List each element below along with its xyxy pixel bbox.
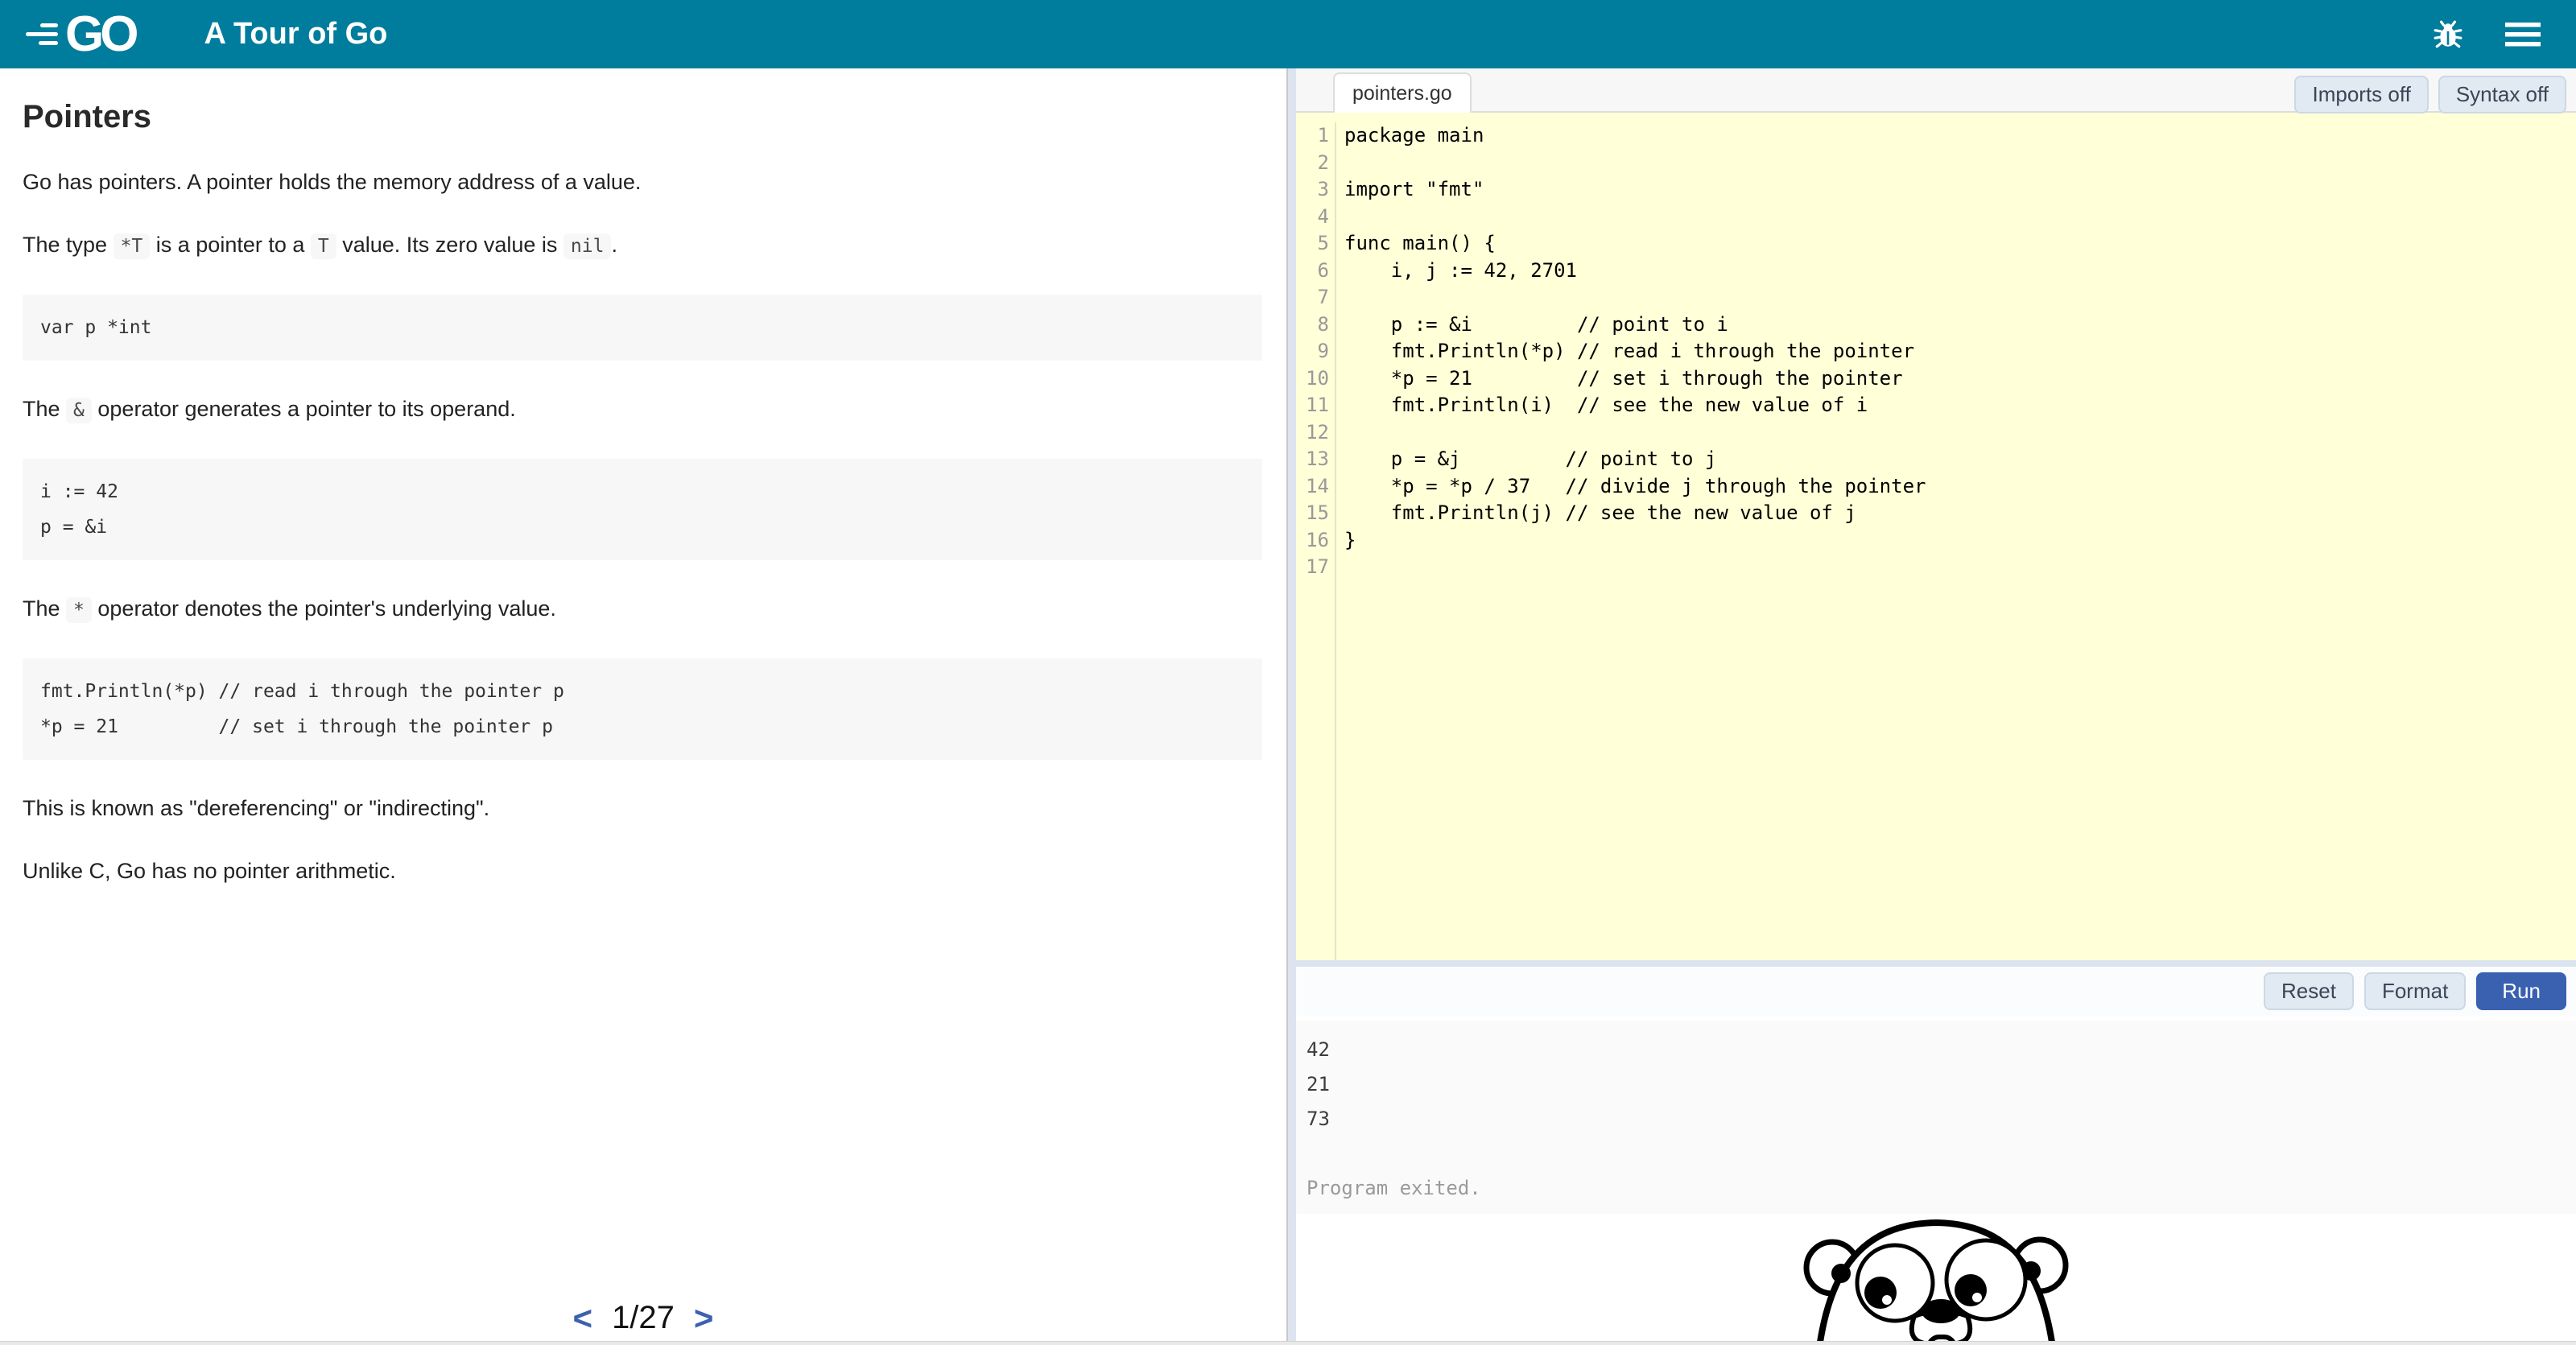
gopher-image (1803, 1216, 2069, 1341)
main-area: Pointers Go has pointers. A pointer hold… (0, 68, 2576, 1341)
lesson-paragraph: Go has pointers. A pointer holds the mem… (23, 166, 1262, 198)
code-line: } (1344, 527, 2576, 555)
line-number: 7 (1296, 284, 1329, 311)
menu-icon[interactable] (2505, 21, 2541, 48)
code-line (1344, 150, 2576, 177)
logo-speed-lines-icon (26, 23, 58, 45)
line-number: 5 (1296, 230, 1329, 258)
gopher-area (1296, 1214, 2576, 1341)
inline-code: & (66, 398, 92, 423)
inline-code: * (66, 597, 92, 623)
lesson-code-block: var p *int (23, 295, 1262, 361)
logo-text: GO (65, 10, 134, 60)
lesson-code-block: i := 42 p = &i (23, 459, 1262, 560)
run-button[interactable]: Run (2476, 972, 2566, 1010)
format-button[interactable]: Format (2364, 972, 2466, 1010)
output-status: Program exited. (1307, 1171, 2576, 1206)
line-number: 8 (1296, 311, 1329, 339)
line-number: 3 (1296, 176, 1329, 204)
lesson-panel: Pointers Go has pointers. A pointer hold… (0, 68, 1286, 1341)
code-line (1344, 284, 2576, 311)
app-header: GO A Tour of Go (0, 0, 2576, 68)
editor-toggles: Imports off Syntax off (2294, 76, 2566, 113)
code-line: p = &j // point to j (1344, 446, 2576, 473)
line-number: 2 (1296, 150, 1329, 177)
lesson-paragraph: Unlike C, Go has no pointer arithmetic. (23, 855, 1262, 887)
line-number: 13 (1296, 446, 1329, 473)
line-number: 16 (1296, 527, 1329, 555)
lesson-paragraph: The * operator denotes the pointer's und… (23, 592, 1262, 626)
code-line: p := &i // point to i (1344, 311, 2576, 339)
code-line: fmt.Println(*p) // read i through the po… (1344, 338, 2576, 365)
header-icons (2433, 19, 2541, 50)
code-line: func main() { (1344, 230, 2576, 258)
line-number: 14 (1296, 473, 1329, 501)
syntax-toggle-button[interactable]: Syntax off (2438, 76, 2566, 113)
output-lines: 422173 (1307, 1033, 2576, 1137)
output-line: 42 (1307, 1033, 2576, 1067)
prev-page-button[interactable]: < (573, 1302, 593, 1335)
editor-code-area[interactable]: package main import "fmt" func main() { … (1336, 122, 2576, 960)
editor: 1234567891011121314151617 package main i… (1296, 113, 2576, 960)
line-number: 11 (1296, 392, 1329, 419)
actions-bar: Reset Format Run (1296, 967, 2576, 1016)
page-bottom-divider (0, 1341, 2576, 1345)
imports-toggle-button[interactable]: Imports off (2294, 76, 2428, 113)
inline-code: T (311, 233, 336, 259)
app-title: A Tour of Go (204, 17, 387, 52)
line-number: 4 (1296, 204, 1329, 231)
lesson-paragraph: The & operator generates a pointer to it… (23, 393, 1262, 427)
code-line: i, j := 42, 2701 (1344, 258, 2576, 285)
output-line: 21 (1307, 1067, 2576, 1102)
code-line: fmt.Println(j) // see the new value of j (1344, 500, 2576, 527)
line-number: 17 (1296, 554, 1329, 581)
line-number: 9 (1296, 338, 1329, 365)
code-line (1344, 419, 2576, 447)
line-number: 12 (1296, 419, 1329, 447)
panel-splitter[interactable] (1288, 68, 1296, 1341)
code-line (1344, 204, 2576, 231)
code-line: *p = *p / 37 // divide j through the poi… (1344, 473, 2576, 501)
line-number: 1 (1296, 122, 1329, 150)
go-logo[interactable]: GO (26, 10, 134, 60)
lesson-code-block: fmt.Println(*p) // read i through the po… (23, 658, 1262, 760)
editor-tab[interactable]: pointers.go (1333, 72, 1472, 113)
output-panel: 422173 Program exited. (1296, 1021, 2576, 1214)
line-number: 6 (1296, 258, 1329, 285)
code-line: *p = 21 // set i through the pointer (1344, 365, 2576, 393)
pagination: < 1/27 > (0, 1300, 1286, 1336)
code-line: package main (1344, 122, 2576, 150)
code-panel-column: pointers.go Imports off Syntax off 12345… (1296, 68, 2576, 1341)
code-panel: pointers.go Imports off Syntax off 12345… (1286, 68, 2576, 1341)
lesson-content: Go has pointers. A pointer holds the mem… (23, 166, 1262, 887)
code-line: fmt.Println(i) // see the new value of i (1344, 392, 2576, 419)
lesson-paragraph: The type *T is a pointer to a T value. I… (23, 229, 1262, 262)
line-number-gutter: 1234567891011121314151617 (1296, 122, 1336, 960)
next-page-button[interactable]: > (694, 1302, 714, 1335)
code-line (1344, 554, 2576, 581)
code-line: import "fmt" (1344, 176, 2576, 204)
line-number: 10 (1296, 365, 1329, 393)
editor-separator (1296, 960, 2576, 967)
inline-code: nil (564, 233, 612, 259)
bug-icon[interactable] (2433, 19, 2463, 50)
reset-button[interactable]: Reset (2264, 972, 2354, 1010)
output-line: 73 (1307, 1102, 2576, 1137)
lesson-title: Pointers (23, 99, 1262, 135)
line-number: 15 (1296, 500, 1329, 527)
inline-code: *T (114, 233, 151, 259)
lesson-paragraph: This is known as "dereferencing" or "ind… (23, 792, 1262, 824)
tab-bar: pointers.go Imports off Syntax off (1296, 68, 2576, 113)
page-indicator: 1/27 (612, 1300, 675, 1336)
